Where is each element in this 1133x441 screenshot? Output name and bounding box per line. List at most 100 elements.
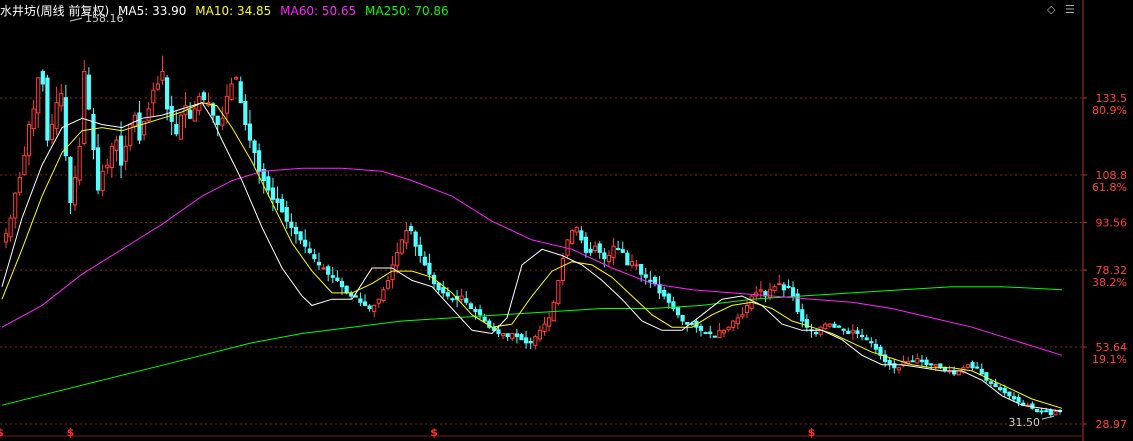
- candle-body: [151, 89, 156, 104]
- candle-body: [49, 124, 55, 141]
- candle-body: [625, 252, 630, 266]
- event-marker: $: [430, 426, 438, 439]
- candle-body: [993, 383, 998, 387]
- candle-body: [36, 77, 41, 114]
- candle-body: [91, 113, 96, 150]
- candle-body: [252, 140, 257, 154]
- candle-body: [570, 230, 575, 244]
- ma250-line: [1, 286, 1063, 406]
- candle-body: [174, 124, 179, 135]
- candle-body: [316, 261, 322, 266]
- candle-body: [1053, 410, 1058, 416]
- candle-body: [790, 287, 796, 297]
- candle-body: [836, 325, 842, 328]
- candle-body: [717, 329, 722, 339]
- candle-body: [731, 320, 736, 328]
- candle-body: [975, 366, 980, 369]
- candle-body: [846, 330, 851, 334]
- candle-body: [988, 381, 994, 384]
- candle-body: [998, 387, 1003, 391]
- event-marker: $: [808, 426, 816, 439]
- candle-body: [786, 286, 791, 289]
- candle-body: [418, 244, 423, 256]
- candle-body: [8, 217, 13, 238]
- candle-body: [178, 114, 183, 140]
- candle-body: [887, 360, 892, 366]
- candle-body: [275, 198, 280, 203]
- candle-body: [450, 298, 455, 301]
- candle-body: [708, 331, 713, 334]
- candle-body: [841, 328, 846, 331]
- candles-group: [3, 55, 1063, 418]
- candle-body: [1007, 391, 1012, 397]
- candle-body: [666, 293, 671, 303]
- candle-body: [1034, 408, 1040, 412]
- candle-body: [312, 254, 317, 260]
- candle-body: [919, 359, 925, 363]
- candle-body: [593, 245, 598, 251]
- candle-body: [307, 248, 312, 253]
- candle-body: [648, 279, 653, 282]
- candle-body: [72, 177, 78, 206]
- candle-body: [629, 261, 635, 266]
- candle-body: [413, 231, 418, 247]
- candle-body: [482, 316, 487, 322]
- candle-body: [896, 367, 902, 371]
- candle-body: [86, 74, 91, 110]
- low-annotation-arrow: [1041, 415, 1055, 420]
- candle-body: [266, 176, 271, 191]
- candle-body: [639, 263, 644, 275]
- candle-body: [372, 304, 377, 312]
- candle-body: [703, 332, 708, 335]
- candle-body: [95, 147, 101, 191]
- candle-body: [929, 363, 934, 366]
- candle-body: [160, 70, 165, 81]
- candle-body: [362, 301, 368, 306]
- candle-body: [54, 102, 59, 129]
- candle-body: [662, 289, 667, 297]
- candle-body: [740, 314, 745, 318]
- candle-body: [979, 368, 984, 375]
- candle-body: [859, 334, 865, 338]
- percent-label: 38.2%: [1092, 276, 1127, 289]
- candle-body: [188, 109, 193, 119]
- candle-body: [588, 248, 593, 253]
- candle-body: [781, 284, 786, 291]
- candle-body: [933, 364, 938, 367]
- event-marker: $: [67, 426, 75, 439]
- candle-body: [1039, 410, 1044, 413]
- candle-body: [224, 95, 230, 114]
- candle-body: [395, 251, 400, 267]
- percent-label: 80.9%: [1092, 104, 1127, 117]
- candle-body: [321, 267, 326, 270]
- candle-body: [505, 333, 510, 338]
- candle-body: [303, 239, 308, 247]
- candle-body: [390, 264, 395, 281]
- candle-body: [464, 298, 469, 303]
- candle-body: [657, 283, 662, 294]
- candle-body: [229, 83, 234, 100]
- candle-body: [956, 370, 961, 376]
- candle-body: [427, 262, 432, 275]
- candle-body: [500, 332, 506, 337]
- candle-body: [335, 277, 340, 281]
- candle-body: [247, 123, 253, 141]
- candle-body: [1044, 410, 1049, 413]
- low-annotation-label: 31.50: [1009, 416, 1041, 429]
- price-label: 28.97: [1096, 418, 1128, 431]
- candle-body: [293, 226, 299, 235]
- candle-body: [970, 362, 975, 369]
- candle-body: [441, 287, 446, 294]
- candle-body: [422, 256, 427, 266]
- candle-body: [349, 292, 354, 297]
- candle-body: [339, 281, 345, 288]
- candle-body: [915, 357, 920, 364]
- candle-body: [873, 343, 878, 350]
- candle-body: [169, 106, 174, 122]
- candle-body: [31, 108, 36, 130]
- candle-body: [445, 292, 450, 297]
- candle-body: [924, 359, 929, 366]
- candle-body: [220, 117, 225, 126]
- candle-body: [574, 226, 579, 233]
- candlestick-chart: 133.580.9%108.861.8%93.5678.3238.2%53.64…: [0, 0, 1128, 441]
